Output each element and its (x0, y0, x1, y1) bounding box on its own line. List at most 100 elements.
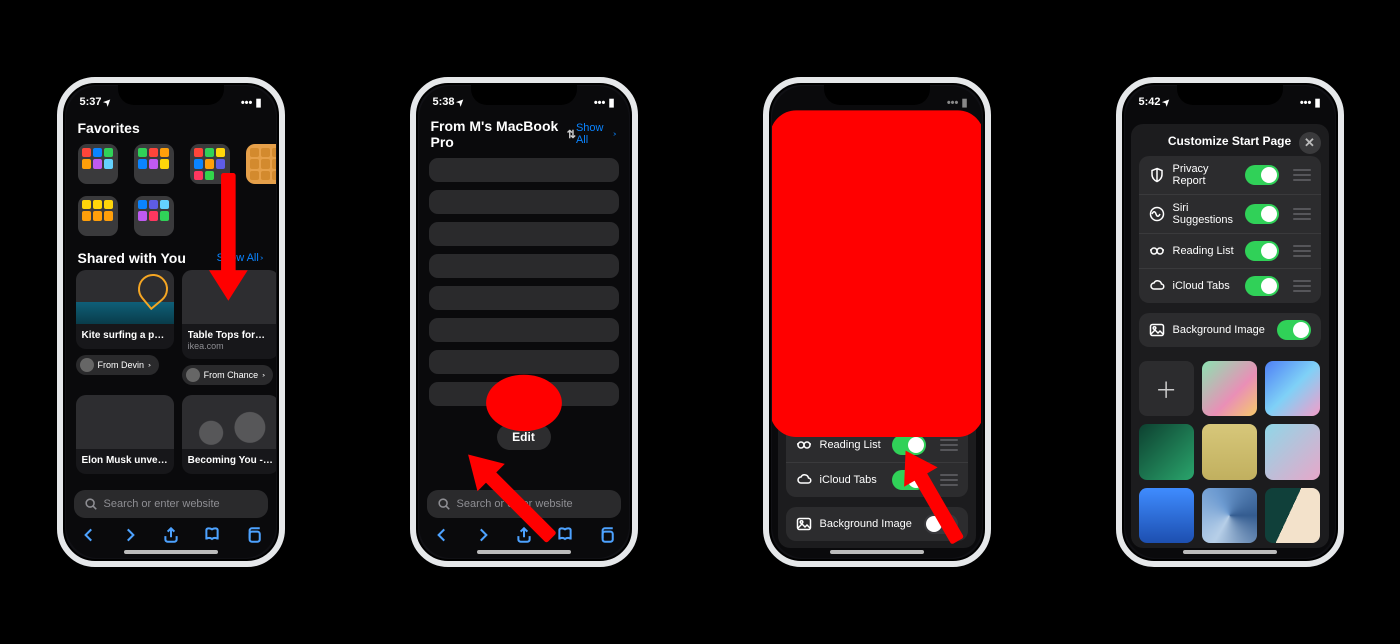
home-indicator[interactable] (830, 550, 924, 554)
drag-handle-icon[interactable] (940, 324, 958, 336)
shared-card[interactable]: Table Tops for…ikea.com From Chance› (182, 270, 276, 387)
star-icon (796, 246, 812, 262)
tab-row[interactable] (429, 286, 619, 310)
search-field[interactable]: Search or enter website (427, 490, 621, 518)
bookmarks-icon[interactable] (556, 526, 574, 544)
wallpaper-option[interactable] (1265, 488, 1320, 543)
favorite-folder[interactable] (134, 196, 174, 236)
row-label: Privacy Report (820, 357, 884, 381)
close-button[interactable]: ✕ (946, 132, 968, 154)
tab-row[interactable] (429, 254, 619, 278)
wallpaper-grid: ＋ (1139, 357, 1321, 548)
drag-handle-icon[interactable] (940, 474, 958, 486)
location-icon: ➤ (1160, 95, 1173, 108)
contact-chip[interactable]: From Chance› (182, 365, 274, 385)
row-toggle[interactable] (892, 359, 926, 379)
wallpaper-option[interactable] (1139, 488, 1194, 543)
icloud-tabs-list (419, 150, 629, 414)
sync-toggle[interactable] (924, 165, 958, 185)
settings-row: Reading List (1139, 234, 1321, 269)
show-all-link[interactable]: Show All› (217, 252, 264, 264)
sync-toggle-row: Use Start Page on All Devices (786, 156, 968, 195)
favorite-folder[interactable] (190, 144, 230, 184)
shared-card[interactable]: Kite surfing a p… From Devin› (76, 270, 174, 387)
siri-icon (1149, 206, 1165, 222)
home-indicator[interactable] (477, 550, 571, 554)
favorite-folder[interactable] (78, 196, 118, 236)
add-wallpaper-button[interactable]: ＋ (1139, 361, 1194, 416)
settings-row: iCloud Tabs (1139, 269, 1321, 303)
home-indicator[interactable] (124, 550, 218, 554)
row-toggle[interactable] (1245, 276, 1279, 296)
search-field[interactable]: Search or enter website (74, 490, 268, 518)
drag-handle-icon[interactable] (940, 402, 958, 414)
drag-handle-icon[interactable] (940, 363, 958, 375)
tab-row[interactable] (429, 350, 619, 374)
back-icon[interactable] (80, 526, 98, 544)
wallpaper-option[interactable] (1202, 361, 1257, 416)
status-time: 5:37 (80, 96, 102, 108)
shield-icon (1149, 167, 1165, 183)
updown-icon[interactable]: ⇅ (567, 128, 576, 141)
share-icon[interactable] (515, 526, 533, 544)
status-indicators: ••• ▮ (241, 96, 262, 109)
wallpaper-option[interactable] (1265, 361, 1320, 416)
sheet-title: Customize Start Page (1168, 134, 1291, 148)
shared-card[interactable]: Elon Musk unve… (76, 395, 174, 474)
tab-row[interactable] (429, 382, 619, 406)
wallpaper-option[interactable] (1265, 424, 1320, 479)
wallpaper-option[interactable] (1202, 488, 1257, 543)
sheet-title: Customize Start Page (815, 134, 938, 148)
card-thumb (76, 270, 174, 324)
customize-sheet: Customize Start Page ✕ Privacy ReportSir… (1131, 124, 1329, 548)
show-all-link[interactable]: Show All› (576, 122, 617, 146)
home-indicator[interactable] (1183, 550, 1277, 554)
favorite-folder[interactable] (134, 144, 174, 184)
tab-row[interactable] (429, 158, 619, 182)
tab-row[interactable] (429, 190, 619, 214)
wallpaper-option[interactable] (1202, 424, 1257, 479)
bg-image-toggle[interactable] (924, 514, 958, 534)
tab-row[interactable] (429, 222, 619, 246)
close-button[interactable]: ✕ (1299, 132, 1321, 154)
drag-handle-icon[interactable] (940, 248, 958, 260)
tabs-icon[interactable] (244, 526, 262, 544)
drag-handle-icon[interactable] (940, 439, 958, 451)
bg-image-row: Background Image (1139, 313, 1321, 347)
row-toggle[interactable] (892, 244, 926, 264)
sync-note: Safari will sync your Start Page appeara… (786, 195, 968, 227)
forward-icon (474, 526, 492, 544)
row-toggle[interactable] (892, 435, 926, 455)
share-icon[interactable] (162, 526, 180, 544)
row-toggle[interactable] (892, 470, 926, 490)
tabs-icon[interactable] (597, 526, 615, 544)
favorite-folder[interactable] (78, 144, 118, 184)
drag-handle-icon[interactable] (1293, 169, 1311, 181)
settings-row: Siri Suggestions (1139, 195, 1321, 234)
tab-row[interactable] (429, 318, 619, 342)
bookmarks-icon[interactable] (203, 526, 221, 544)
row-toggle[interactable] (1245, 165, 1279, 185)
row-label: Reading List (820, 439, 884, 451)
shared-card[interactable]: Becoming You -… (182, 395, 276, 474)
bg-image-toggle[interactable] (1277, 320, 1311, 340)
drag-handle-icon[interactable] (940, 285, 958, 297)
row-toggle[interactable] (1245, 241, 1279, 261)
status-time: 5:42 (1139, 96, 1161, 108)
row-toggle[interactable] (1245, 204, 1279, 224)
drag-handle-icon[interactable] (1293, 208, 1311, 220)
row-toggle[interactable] (892, 281, 926, 301)
favorite-folder[interactable] (246, 144, 276, 184)
row-toggle[interactable] (892, 320, 926, 340)
favorites-header: Favorites (78, 120, 266, 136)
row-toggle[interactable] (892, 398, 926, 418)
contact-chip[interactable]: From Devin› (76, 355, 160, 375)
back-icon[interactable] (433, 526, 451, 544)
wallpaper-option[interactable] (1139, 424, 1194, 479)
drag-handle-icon[interactable] (1293, 245, 1311, 257)
chevron-right-icon: › (613, 130, 617, 138)
row-label: iCloud Tabs (1173, 280, 1237, 292)
drag-handle-icon[interactable] (1293, 280, 1311, 292)
settings-row: Reading List (786, 428, 968, 463)
edit-button[interactable]: Edit (497, 424, 551, 450)
